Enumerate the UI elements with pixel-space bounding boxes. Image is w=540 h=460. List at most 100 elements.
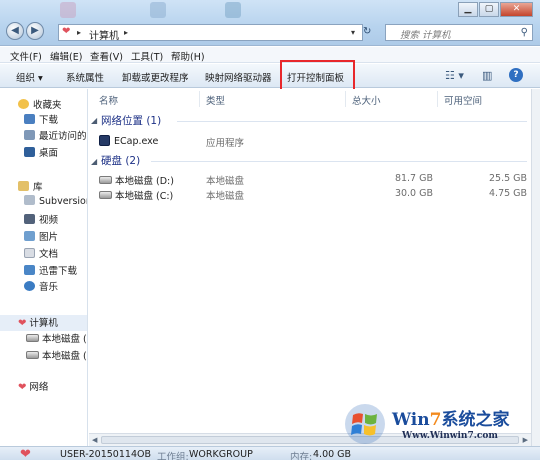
heart-icon: ❤ [62, 26, 71, 37]
nav-downloads[interactable]: 下载 [24, 112, 58, 126]
pictures-icon [24, 231, 35, 241]
refresh-icon[interactable]: ↻ [363, 26, 371, 37]
nav-library[interactable]: 库 [18, 179, 43, 193]
column-header-free[interactable]: 可用空间 [444, 93, 482, 107]
vertical-scrollbar[interactable] [531, 89, 540, 446]
heart-icon: ❤ [18, 382, 27, 393]
nav-label: 图片 [39, 232, 59, 243]
watermark-title-rest: 系统之家 [441, 410, 510, 430]
hard-drive-icon [99, 191, 112, 199]
organize-button[interactable]: 组织 ▾ [16, 70, 43, 84]
menu-tools[interactable]: 工具(T) [131, 49, 163, 63]
nav-videos[interactable]: 视频 [24, 212, 58, 226]
column-header-type[interactable]: 类型 [206, 93, 225, 107]
group-divider [177, 121, 527, 122]
watermark-url: Www.Winwin7.com [402, 431, 498, 441]
nav-label: 下载 [39, 115, 59, 126]
nav-label: 音乐 [39, 282, 59, 293]
file-row-ecap[interactable]: ECap.exe 应用程序 [89, 134, 529, 149]
column-header-name[interactable]: 名称 [99, 93, 118, 107]
nav-recent[interactable]: 最近访问的 [24, 128, 87, 142]
download-folder-icon [24, 265, 35, 275]
nav-subversion[interactable]: Subversion [24, 195, 88, 209]
column-separator[interactable] [199, 91, 200, 107]
view-options-icon[interactable]: ☷ ▾ [445, 69, 464, 82]
expand-arrow-icon[interactable]: ◢ [91, 157, 97, 166]
music-icon [24, 281, 35, 291]
nav-label: 计算机 [29, 318, 58, 329]
nav-drive-d[interactable]: 本地磁盘 (D [26, 348, 87, 362]
hard-drive-icon [99, 176, 112, 184]
drive-free-space: 25.5 GB [489, 173, 528, 184]
nav-xunlei[interactable]: 迅雷下载 [24, 263, 77, 277]
address-bar[interactable]: ❤ ▸ 计算机 ▸ ▾ [58, 24, 363, 42]
minimize-button[interactable]: ▁ [458, 2, 478, 17]
column-header-total[interactable]: 总大小 [352, 93, 381, 107]
drive-row-d[interactable]: 本地磁盘 (D:) 本地磁盘 81.7 GB 25.5 GB [89, 172, 529, 187]
windows-logo-icon [345, 404, 385, 444]
nav-label: 网络 [29, 382, 49, 393]
nav-network[interactable]: ❤ 网络 [18, 379, 48, 393]
heart-icon: ❤ [18, 318, 27, 329]
nav-computer[interactable]: ❤ 计算机 [18, 315, 58, 329]
chevron-right-icon[interactable]: ▸ [77, 28, 81, 37]
maximize-button[interactable]: ▢ [479, 2, 499, 17]
computer-name: USER-20150114OB [60, 449, 151, 460]
watermark-title: Win7系统之家 [392, 405, 509, 430]
preview-pane-icon[interactable]: ▥ [482, 69, 492, 82]
chevron-right-icon[interactable]: ▸ [124, 28, 128, 37]
breadcrumb-computer[interactable]: 计算机 [89, 27, 119, 42]
content-pane: 名称 类型 总大小 可用空间 ◢ 网络位置 (1) ECap.exe 应用程序 … [89, 89, 531, 433]
scroll-left-icon[interactable]: ◀ [92, 436, 97, 444]
memory-label: 内存: [290, 452, 313, 460]
search-input[interactable]: 搜索 计算机 ⚲ [385, 24, 533, 41]
menu-view[interactable]: 查看(V) [90, 49, 123, 63]
uninstall-button[interactable]: 卸载或更改程序 [122, 70, 189, 84]
nav-label: 本地磁盘 (C [42, 334, 87, 345]
back-button[interactable]: ◀ [6, 22, 24, 40]
hard-drive-icon [26, 351, 39, 359]
drive-total-size: 81.7 GB [394, 173, 433, 184]
column-separator[interactable] [437, 91, 438, 107]
search-icon[interactable]: ⚲ [521, 27, 528, 38]
chevron-down-icon[interactable]: ▾ [351, 28, 355, 37]
application-icon [99, 135, 110, 146]
nav-pictures[interactable]: 图片 [24, 229, 58, 243]
documents-icon [24, 248, 35, 258]
expand-arrow-icon[interactable]: ◢ [91, 116, 97, 125]
nav-label: 桌面 [39, 148, 59, 159]
file-name-cell: ECap.exe [99, 135, 158, 147]
map-drive-button[interactable]: 映射网络驱动器 [205, 70, 272, 84]
group-header-hard-disk[interactable]: 硬盘 (2) [101, 153, 140, 168]
nav-label: Subversion [39, 196, 88, 207]
drive-row-c[interactable]: 本地磁盘 (C:) 本地磁盘 30.0 GB 4.75 GB [89, 187, 529, 202]
desktop-icon [225, 2, 241, 18]
menu-file[interactable]: 文件(F) [10, 49, 42, 63]
nav-desktop[interactable]: 桌面 [24, 145, 58, 159]
nav-favorites[interactable]: 收藏夹 [18, 97, 62, 111]
system-properties-button[interactable]: 系统属性 [66, 70, 104, 84]
menu-help[interactable]: 帮助(H) [171, 49, 205, 63]
close-button[interactable]: ✕ [500, 2, 533, 17]
file-name: ECap.exe [114, 136, 159, 147]
menu-edit[interactable]: 编辑(E) [50, 49, 82, 63]
column-separator[interactable] [345, 91, 346, 107]
nav-drive-c[interactable]: 本地磁盘 (C [26, 331, 87, 345]
star-icon [18, 99, 29, 109]
folder-download-icon [24, 114, 35, 124]
drive-free-space: 4.75 GB [489, 188, 528, 199]
menu-bar: 文件(F) 编辑(E) 查看(V) 工具(T) 帮助(H) [0, 47, 540, 63]
drive-name: 本地磁盘 (D:) [115, 176, 174, 187]
desktop-icon [150, 2, 166, 18]
desktop-icon [24, 147, 35, 157]
forward-button[interactable]: ▶ [26, 22, 44, 40]
library-icon [18, 181, 29, 191]
nav-documents[interactable]: 文档 [24, 246, 58, 260]
drive-name-cell: 本地磁盘 (C:) [99, 188, 173, 202]
drive-total-size: 30.0 GB [394, 188, 433, 199]
nav-label: 文档 [39, 249, 59, 260]
group-header-network[interactable]: 网络位置 (1) [101, 113, 161, 128]
drive-name-cell: 本地磁盘 (D:) [99, 173, 174, 187]
nav-music[interactable]: 音乐 [24, 279, 58, 293]
help-icon[interactable]: ? [509, 68, 523, 82]
